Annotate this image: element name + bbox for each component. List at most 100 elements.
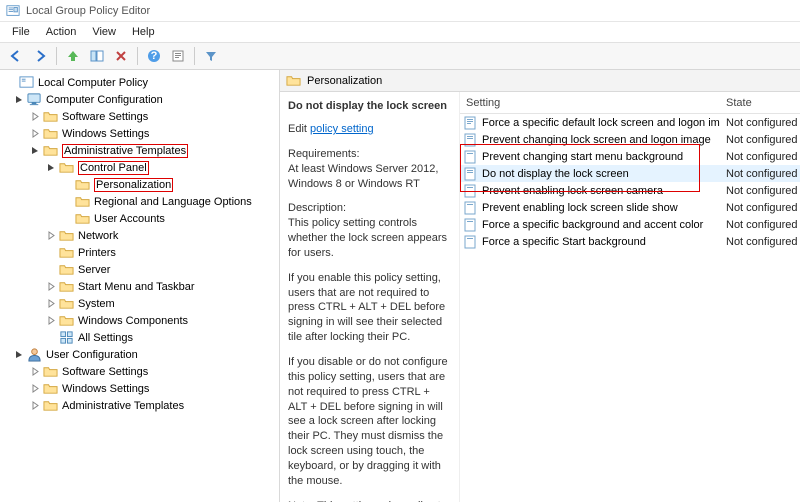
- setting-name: Force a specific Start background: [482, 236, 646, 248]
- svg-text:?: ?: [151, 50, 158, 62]
- setting-name: Force a specific background and accent c…: [482, 219, 703, 231]
- forward-icon: [33, 49, 47, 63]
- panes-icon: [90, 49, 104, 63]
- window-title: Local Group Policy Editor: [26, 5, 150, 17]
- console-tree[interactable]: Local Computer Policy Computer Configura…: [0, 70, 280, 502]
- properties-icon: [171, 49, 185, 63]
- folder-icon: [59, 262, 74, 277]
- help-button[interactable]: ?: [143, 45, 165, 67]
- policy-icon: [19, 75, 34, 90]
- tree-control-panel[interactable]: Control Panel: [2, 159, 279, 176]
- tree-start-menu-taskbar[interactable]: Start Menu and Taskbar: [2, 278, 279, 295]
- menu-help[interactable]: Help: [124, 24, 163, 40]
- toolbar-separator: [137, 47, 138, 65]
- tree-windows-components[interactable]: Windows Components: [2, 312, 279, 329]
- list-item[interactable]: Force a specific Start background Not co…: [460, 233, 800, 250]
- caret-closed-icon[interactable]: [30, 366, 41, 377]
- help-icon: ?: [147, 49, 161, 63]
- back-button[interactable]: [5, 45, 27, 67]
- column-setting[interactable]: Setting: [460, 97, 720, 109]
- tree-software-settings[interactable]: Software Settings: [2, 108, 279, 125]
- folder-icon: [59, 296, 74, 311]
- back-icon: [9, 49, 23, 63]
- tree-system[interactable]: System: [2, 295, 279, 312]
- tree-user-accounts[interactable]: User Accounts: [2, 210, 279, 227]
- caret-closed-icon[interactable]: [46, 230, 57, 241]
- list-item[interactable]: Force a specific default lock screen and…: [460, 114, 800, 131]
- caret-open-icon[interactable]: [46, 162, 57, 173]
- caret-closed-icon[interactable]: [46, 281, 57, 292]
- menu-action[interactable]: Action: [38, 24, 85, 40]
- tree-label: Software Settings: [62, 111, 148, 123]
- tree-user-windows-settings[interactable]: Windows Settings: [2, 380, 279, 397]
- menubar: File Action View Help: [0, 22, 800, 42]
- list-item[interactable]: Prevent changing lock screen and logon i…: [460, 131, 800, 148]
- folder-icon: [286, 73, 301, 88]
- tree-windows-settings[interactable]: Windows Settings: [2, 125, 279, 142]
- caret-open-icon[interactable]: [14, 94, 25, 105]
- folder-icon: [43, 109, 58, 124]
- description-text: If you enable this policy setting, users…: [288, 271, 451, 345]
- caret-closed-icon[interactable]: [30, 400, 41, 411]
- filter-icon: [204, 49, 218, 63]
- tree-label: Network: [78, 230, 118, 242]
- tree-printers[interactable]: Printers: [2, 244, 279, 261]
- tree-label: All Settings: [78, 332, 133, 344]
- setting-icon: [464, 150, 478, 164]
- tree-user-configuration[interactable]: User Configuration: [2, 346, 279, 363]
- properties-button[interactable]: [167, 45, 189, 67]
- tree-label: Software Settings: [62, 366, 148, 378]
- caret-icon: [46, 247, 57, 258]
- tree-server[interactable]: Server: [2, 261, 279, 278]
- caret-closed-icon[interactable]: [30, 128, 41, 139]
- tree-network[interactable]: Network: [2, 227, 279, 244]
- filter-button[interactable]: [200, 45, 222, 67]
- caret-icon: [62, 179, 73, 190]
- tree-computer-configuration[interactable]: Computer Configuration: [2, 91, 279, 108]
- setting-icon: [464, 218, 478, 232]
- tree-all-settings[interactable]: All Settings: [2, 329, 279, 346]
- tree-label: Administrative Templates: [62, 144, 188, 158]
- setting-state: Not configured: [720, 134, 800, 146]
- folder-icon: [59, 160, 74, 175]
- setting-name: Force a specific default lock screen and…: [482, 117, 720, 129]
- list-item[interactable]: Force a specific background and accent c…: [460, 216, 800, 233]
- toolbar-separator: [194, 47, 195, 65]
- menu-file[interactable]: File: [4, 24, 38, 40]
- tree-label: Local Computer Policy: [38, 77, 148, 89]
- tree-user-admin-templates[interactable]: Administrative Templates: [2, 397, 279, 414]
- tree-user-software-settings[interactable]: Software Settings: [2, 363, 279, 380]
- folder-icon: [59, 245, 74, 260]
- tree-root[interactable]: Local Computer Policy: [2, 74, 279, 91]
- computer-icon: [27, 92, 42, 107]
- delete-button[interactable]: [110, 45, 132, 67]
- menu-view[interactable]: View: [84, 24, 124, 40]
- caret-closed-icon[interactable]: [30, 111, 41, 122]
- settings-list: Setting State Force a specific default l…: [460, 92, 800, 502]
- list-item[interactable]: Prevent enabling lock screen camera Not …: [460, 182, 800, 199]
- caret-closed-icon[interactable]: [46, 298, 57, 309]
- setting-name: Prevent changing lock screen and logon i…: [482, 134, 711, 146]
- tree-personalization[interactable]: Personalization: [2, 176, 279, 193]
- tree-administrative-templates[interactable]: Administrative Templates: [2, 142, 279, 159]
- setting-icon: [464, 116, 478, 130]
- show-hide-tree-button[interactable]: [86, 45, 108, 67]
- tree-label: Printers: [78, 247, 116, 259]
- edit-policy-link[interactable]: policy setting: [310, 123, 374, 135]
- column-state[interactable]: State: [720, 97, 800, 109]
- list-item[interactable]: Prevent changing start menu background N…: [460, 148, 800, 165]
- caret-open-icon[interactable]: [30, 145, 41, 156]
- list-header: Setting State: [460, 92, 800, 114]
- caret-closed-icon[interactable]: [30, 383, 41, 394]
- list-item[interactable]: Prevent enabling lock screen slide show …: [460, 199, 800, 216]
- up-button[interactable]: [62, 45, 84, 67]
- result-pane: Personalization Do not display the lock …: [280, 70, 800, 502]
- forward-button[interactable]: [29, 45, 51, 67]
- setting-name: Prevent changing start menu background: [482, 151, 683, 163]
- tree-regional-language[interactable]: Regional and Language Options: [2, 193, 279, 210]
- caret-open-icon[interactable]: [14, 349, 25, 360]
- list-item-selected[interactable]: Do not display the lock screen Not confi…: [460, 165, 800, 182]
- location-title: Personalization: [307, 75, 382, 87]
- caret-closed-icon[interactable]: [46, 315, 57, 326]
- edit-prefix: Edit: [288, 123, 310, 135]
